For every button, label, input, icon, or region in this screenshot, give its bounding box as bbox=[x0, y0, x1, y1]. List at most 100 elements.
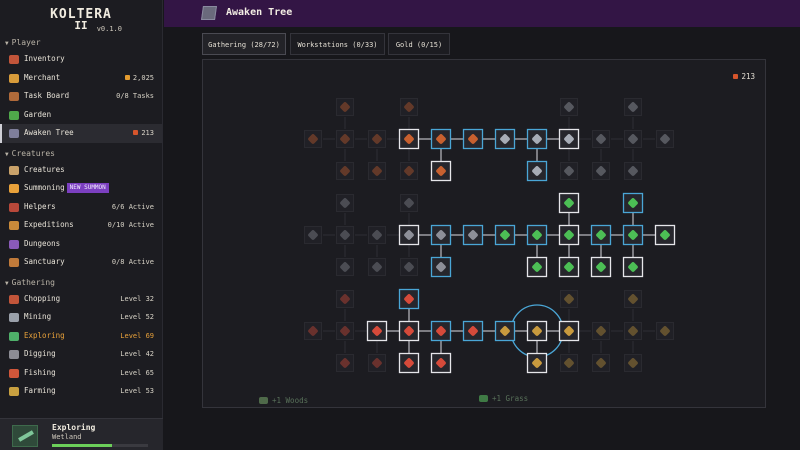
tree-node-chop[interactable] bbox=[398, 128, 420, 150]
sidebar-item-expeditions[interactable]: Expeditions 0/10 Active bbox=[0, 216, 162, 235]
tree-node-explore[interactable] bbox=[590, 256, 612, 278]
tree-node-fish[interactable] bbox=[304, 322, 322, 340]
tree-node-fish[interactable] bbox=[462, 320, 484, 342]
tree-node-chop[interactable] bbox=[368, 130, 386, 148]
tree-node-fish[interactable] bbox=[398, 320, 420, 342]
sidebar-item-label: Summoning bbox=[24, 183, 65, 192]
sidebar-item-value: Level 52 bbox=[120, 308, 154, 327]
tree-node-dig[interactable] bbox=[304, 226, 322, 244]
tab-gathering[interactable]: Gathering (28/72) bbox=[202, 33, 286, 55]
sidebar-item-inventory[interactable]: Inventory bbox=[0, 50, 162, 69]
tree-node-dig[interactable] bbox=[462, 224, 484, 246]
tree-node-dig[interactable] bbox=[400, 194, 418, 212]
sidebar-item-helpers[interactable]: Helpers 6/6 Active bbox=[0, 198, 162, 217]
tree-node-fish[interactable] bbox=[430, 320, 452, 342]
tree-node-dig[interactable] bbox=[368, 226, 386, 244]
tree-node-dig[interactable] bbox=[336, 194, 354, 212]
tree-node-explore[interactable] bbox=[654, 224, 676, 246]
tree-node-fish[interactable] bbox=[366, 320, 388, 342]
tree-node-dig[interactable] bbox=[336, 226, 354, 244]
tree-node-mine[interactable] bbox=[592, 162, 610, 180]
tree-node-chop[interactable] bbox=[304, 130, 322, 148]
tree-node-dig[interactable] bbox=[398, 224, 420, 246]
section-title: Creatures bbox=[11, 148, 55, 158]
tree-node-farm[interactable] bbox=[624, 322, 642, 340]
sidebar-item-creatures[interactable]: Creatures bbox=[0, 161, 162, 180]
tree-node-chop[interactable] bbox=[430, 160, 452, 182]
section-gathering[interactable]: ▼ Gathering bbox=[0, 276, 162, 290]
sidebar-item-dungeons[interactable]: Dungeons bbox=[0, 235, 162, 254]
tree-node-explore[interactable] bbox=[558, 224, 580, 246]
tree-node-mine[interactable] bbox=[624, 98, 642, 116]
tree-node-fish[interactable] bbox=[336, 354, 354, 372]
page-header: Awaken Tree bbox=[164, 0, 800, 27]
tab-gold[interactable]: Gold (0/15) bbox=[388, 33, 450, 55]
sidebar-item-mining[interactable]: Mining Level 52 bbox=[0, 308, 162, 327]
tree-node-mine[interactable] bbox=[592, 130, 610, 148]
tree-node-mine[interactable] bbox=[656, 130, 674, 148]
sidebar-item-task-board[interactable]: Task Board 0/8 Tasks bbox=[0, 87, 162, 106]
tree-node-farm[interactable] bbox=[494, 320, 516, 342]
tree-node-dig[interactable] bbox=[400, 258, 418, 276]
sidebar-item-digging[interactable]: Digging Level 42 bbox=[0, 345, 162, 364]
tree-node-chop[interactable] bbox=[400, 98, 418, 116]
tree-node-mine[interactable] bbox=[624, 162, 642, 180]
tree-node-chop[interactable] bbox=[368, 162, 386, 180]
tree-node-mine[interactable] bbox=[526, 160, 548, 182]
activity-status[interactable]: Exploring Wetland bbox=[0, 418, 163, 450]
tree-node-mine[interactable] bbox=[624, 130, 642, 148]
tree-node-farm[interactable] bbox=[656, 322, 674, 340]
tree-node-dig[interactable] bbox=[336, 258, 354, 276]
tree-node-fish[interactable] bbox=[398, 352, 420, 374]
tree-node-fish[interactable] bbox=[430, 352, 452, 374]
tree-node-fish[interactable] bbox=[368, 354, 386, 372]
tree-node-farm[interactable] bbox=[592, 322, 610, 340]
sidebar-item-farming[interactable]: Farming Level 53 bbox=[0, 382, 162, 401]
section-player[interactable]: ▼ Player bbox=[0, 36, 162, 50]
tree-node-farm[interactable] bbox=[624, 290, 642, 308]
tree-node-chop[interactable] bbox=[462, 128, 484, 150]
tree-node-chop[interactable] bbox=[336, 98, 354, 116]
sidebar-item-sanctuary[interactable]: Sanctuary 0/8 Active bbox=[0, 253, 162, 272]
tree-node-dig[interactable] bbox=[430, 224, 452, 246]
tree-node-farm[interactable] bbox=[526, 320, 548, 342]
tree-node-farm[interactable] bbox=[624, 354, 642, 372]
sidebar-item-exploring[interactable]: Exploring Level 69 bbox=[0, 327, 162, 346]
tree-node-chop[interactable] bbox=[400, 162, 418, 180]
tree-node-dig[interactable] bbox=[430, 256, 452, 278]
tree-node-mine[interactable] bbox=[494, 128, 516, 150]
tree-node-farm[interactable] bbox=[592, 354, 610, 372]
section-creatures[interactable]: ▼ Creatures bbox=[0, 147, 162, 161]
tree-node-mine[interactable] bbox=[560, 98, 578, 116]
tree-node-chop[interactable] bbox=[336, 130, 354, 148]
tree-node-farm[interactable] bbox=[558, 320, 580, 342]
tree-node-farm[interactable] bbox=[560, 290, 578, 308]
sidebar-item-garden[interactable]: Garden bbox=[0, 106, 162, 125]
tree-node-explore[interactable] bbox=[622, 192, 644, 214]
tree-node-explore[interactable] bbox=[590, 224, 612, 246]
tree-node-mine[interactable] bbox=[558, 128, 580, 150]
tree-node-farm[interactable] bbox=[560, 354, 578, 372]
tree-node-farm[interactable] bbox=[526, 352, 548, 374]
tree-node-mine[interactable] bbox=[560, 162, 578, 180]
tree-node-explore[interactable] bbox=[526, 256, 548, 278]
sidebar-item-awaken-tree[interactable]: Awaken Tree 213 bbox=[0, 124, 162, 143]
sidebar-item-summoning[interactable]: Summoning NEW SUMMON bbox=[0, 179, 162, 198]
tree-node-dig[interactable] bbox=[368, 258, 386, 276]
tree-node-explore[interactable] bbox=[558, 256, 580, 278]
tree-node-fish[interactable] bbox=[398, 288, 420, 310]
tree-node-mine[interactable] bbox=[526, 128, 548, 150]
sidebar-item-chopping[interactable]: Chopping Level 32 bbox=[0, 290, 162, 309]
tree-node-explore[interactable] bbox=[558, 192, 580, 214]
sidebar-item-fishing[interactable]: Fishing Level 65 bbox=[0, 364, 162, 383]
tree-node-explore[interactable] bbox=[622, 256, 644, 278]
tree-node-fish[interactable] bbox=[336, 322, 354, 340]
tree-node-explore[interactable] bbox=[526, 224, 548, 246]
tab-workstations[interactable]: Workstations (0/33) bbox=[290, 33, 385, 55]
tree-node-explore[interactable] bbox=[494, 224, 516, 246]
tree-node-chop[interactable] bbox=[430, 128, 452, 150]
tree-node-explore[interactable] bbox=[622, 224, 644, 246]
tree-node-chop[interactable] bbox=[336, 162, 354, 180]
tree-node-fish[interactable] bbox=[336, 290, 354, 308]
sidebar-item-merchant[interactable]: Merchant 2,025 bbox=[0, 69, 162, 88]
